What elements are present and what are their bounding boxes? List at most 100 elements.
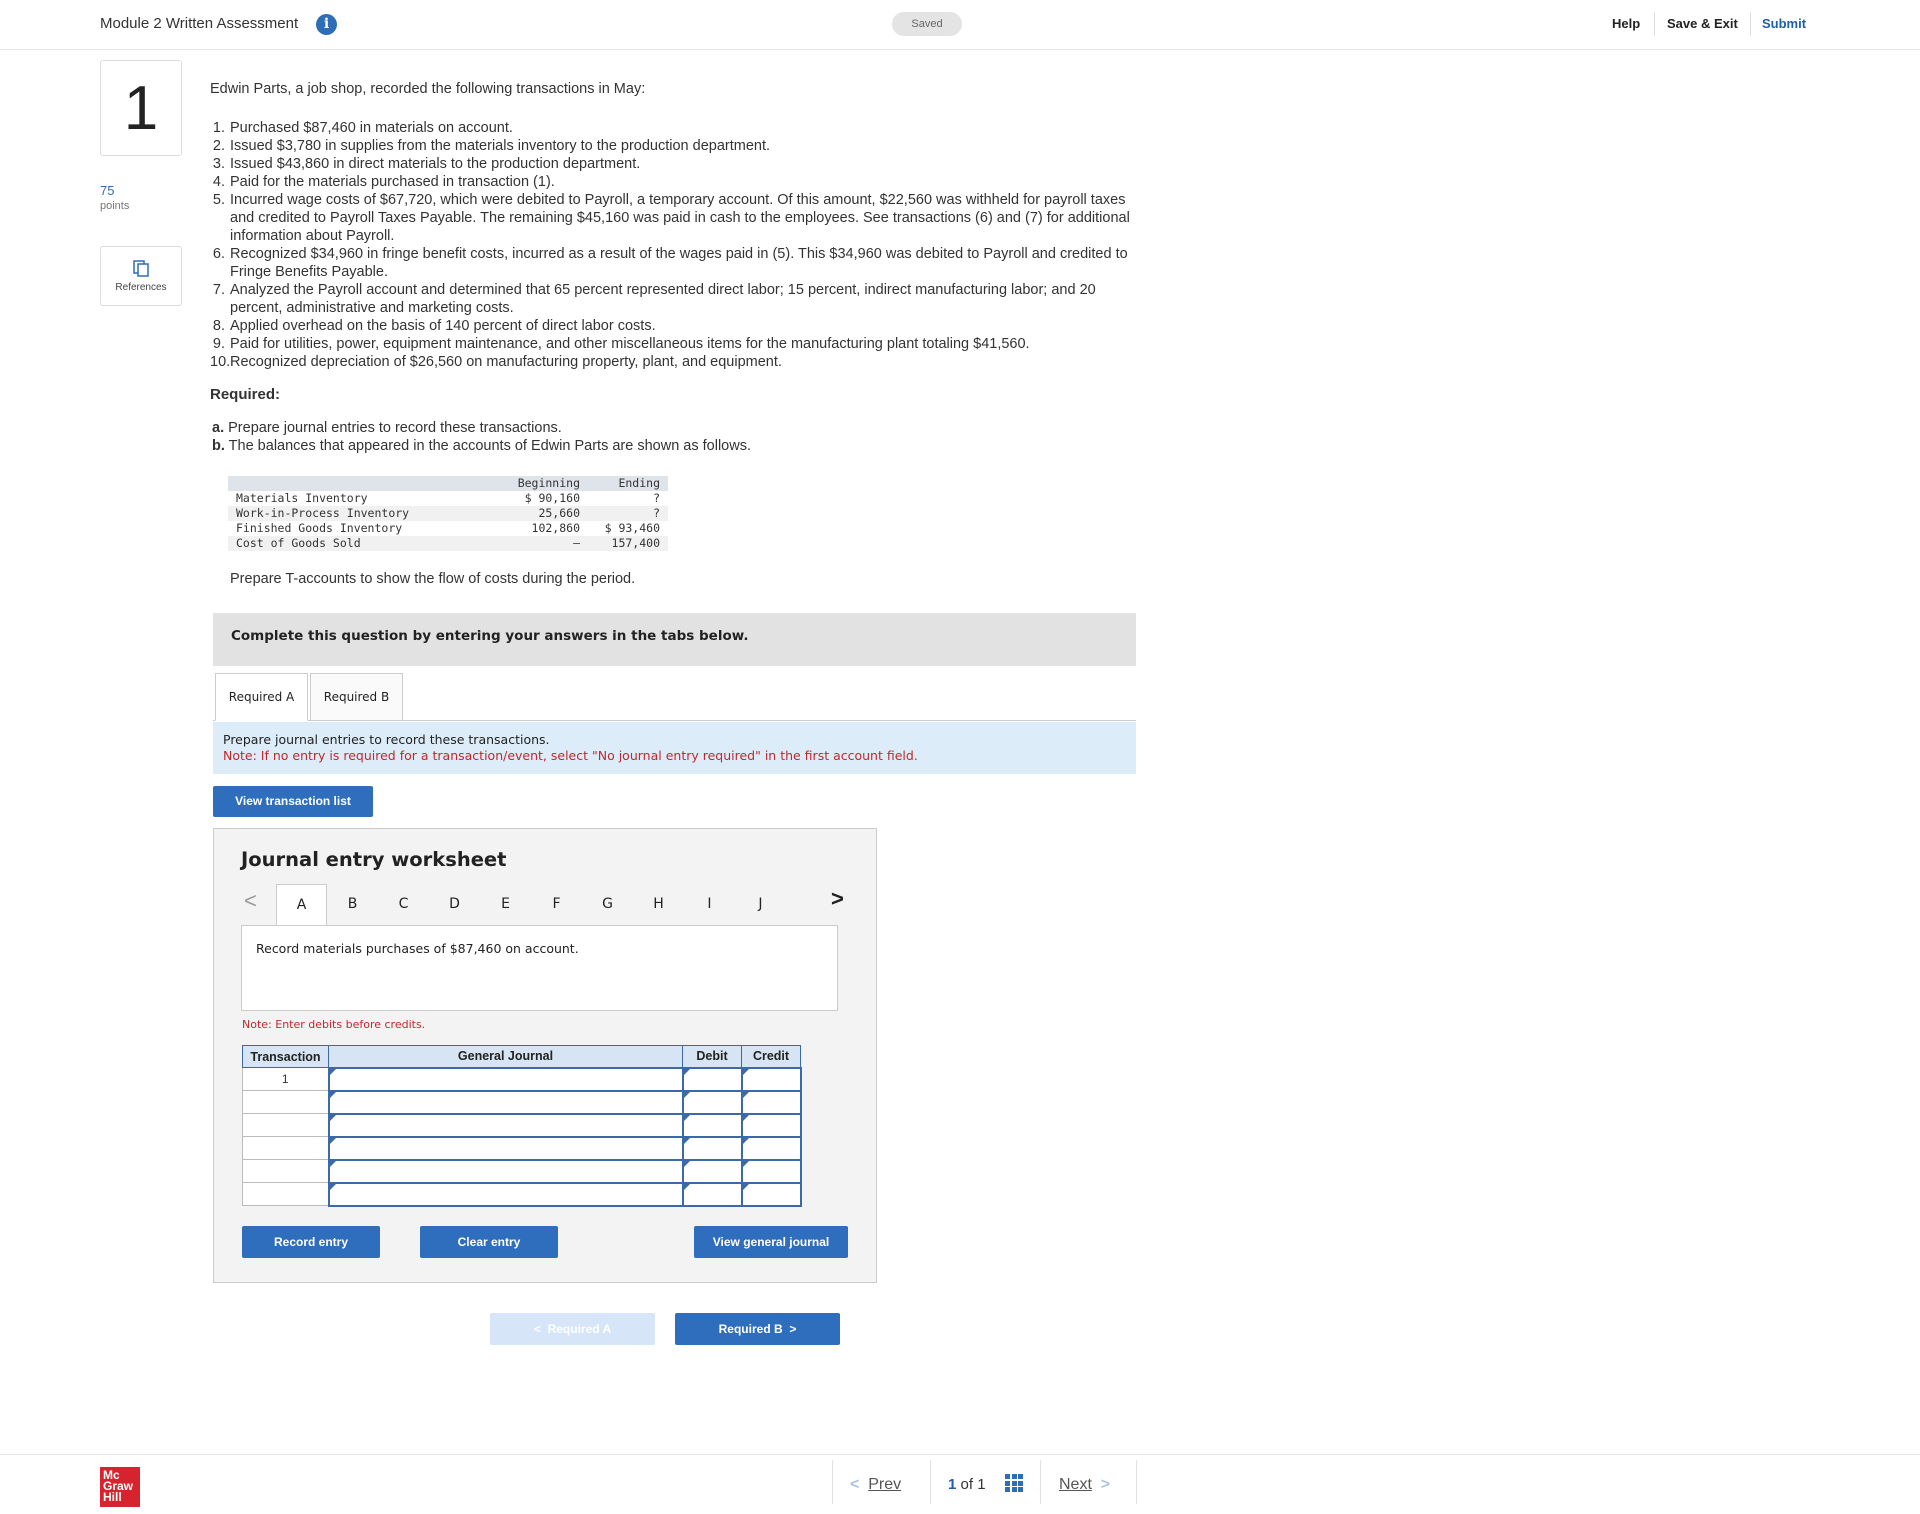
account-select[interactable] — [327, 1158, 684, 1184]
complete-question-banner: Complete this question by entering your … — [213, 613, 1136, 666]
credit-input[interactable] — [740, 1066, 802, 1092]
table-row: Work-in-Process Inventory 25,660? — [228, 506, 668, 521]
balances-table: Beginning Ending Materials Inventory $ 90… — [228, 476, 668, 551]
debit-input[interactable] — [681, 1089, 743, 1115]
entry-note: Note: Enter debits before credits. — [242, 1018, 426, 1031]
worksheet-tab-e[interactable]: E — [480, 884, 531, 926]
item-text: Paid for utilities, power, equipment mai… — [230, 336, 1030, 352]
transaction-list: 1. Purchased $87,460 in materials on acco… — [210, 119, 1150, 371]
page-indicator: 1 of 1 — [948, 1476, 986, 1493]
footer-divider — [1136, 1460, 1137, 1504]
credit-input[interactable] — [740, 1089, 802, 1115]
table-row — [242, 1158, 802, 1184]
item-number: 6. — [212, 246, 225, 262]
table-row: Finished Goods Inventory 102,860 $ 93,460 — [228, 521, 668, 536]
list-item: 3. Issued $43,860 in direct materials to … — [210, 155, 1150, 173]
chevron-left-icon: < — [850, 1476, 860, 1493]
requirement-letter: b. — [212, 438, 225, 454]
transaction-cell — [242, 1159, 329, 1183]
chevron-right-icon: > — [789, 1322, 797, 1336]
item-number: 1. — [212, 120, 225, 136]
item-text: Paid for the materials purchased in tran… — [230, 174, 555, 190]
clear-entry-button[interactable]: Clear entry — [420, 1226, 558, 1258]
item-text: Issued $3,780 in supplies from the mater… — [230, 138, 771, 154]
list-item: 7. Analyzed the Payroll account and deter… — [210, 281, 1150, 317]
worksheet-tab-a[interactable]: A — [276, 884, 327, 926]
debit-input[interactable] — [681, 1112, 743, 1138]
info-icon[interactable]: i — [316, 14, 337, 35]
banner-text: Complete this question by entering your … — [231, 628, 749, 644]
list-item: 6. Recognized $34,960 in fringe benefit c… — [210, 245, 1150, 281]
item-number: 4. — [212, 174, 225, 190]
footer-divider — [832, 1460, 833, 1504]
tab-required-b[interactable]: Required B — [310, 673, 403, 721]
logo-line: Hill — [103, 1490, 122, 1504]
table-header-row: Beginning Ending — [228, 476, 668, 491]
credit-input[interactable] — [740, 1112, 802, 1138]
instruction-note: Note: If no entry is required for a tran… — [223, 748, 918, 763]
save-exit-link[interactable]: Save & Exit — [1667, 16, 1738, 31]
prev-required-button[interactable]: < Required A — [490, 1313, 655, 1345]
account-select[interactable] — [327, 1112, 684, 1138]
page-of: of — [960, 1476, 974, 1493]
table-cell: ? — [588, 491, 668, 506]
journal-entry-grid: Transaction General Journal Debit Credit… — [242, 1045, 802, 1207]
next-required-label: Required B — [718, 1322, 783, 1336]
transaction-cell — [242, 1136, 329, 1160]
column-header: General Journal — [328, 1045, 683, 1068]
table-row: Materials Inventory $ 90,160? — [228, 491, 668, 506]
table-cell: Materials Inventory — [228, 491, 498, 506]
instructions-box: Prepare journal entries to record these … — [213, 722, 1136, 774]
debit-input[interactable] — [681, 1135, 743, 1161]
column-header: Beginning — [498, 476, 588, 491]
worksheet-tab-d[interactable]: D — [429, 884, 480, 926]
header-divider — [1654, 12, 1655, 36]
list-item: 9. Paid for utilities, power, equipment m… — [210, 335, 1150, 353]
table-cell: $ 93,460 — [588, 521, 668, 536]
requirement-a: a. Prepare journal entries to record the… — [212, 420, 562, 436]
chevron-left-icon[interactable]: < — [244, 888, 257, 914]
view-general-journal-button[interactable]: View general journal — [694, 1226, 848, 1258]
worksheet-tab-f[interactable]: F — [531, 884, 582, 926]
credit-input[interactable] — [740, 1181, 802, 1207]
references-button[interactable]: References — [100, 246, 182, 306]
help-link[interactable]: Help — [1612, 16, 1640, 31]
points-label: points — [100, 200, 130, 212]
debit-input[interactable] — [681, 1181, 743, 1207]
credit-input[interactable] — [740, 1135, 802, 1161]
tab-required-a[interactable]: Required A — [215, 673, 308, 721]
worksheet-tab-b[interactable]: B — [327, 884, 378, 926]
worksheet-tab-h[interactable]: H — [633, 884, 684, 926]
list-item: 2. Issued $3,780 in supplies from the mat… — [210, 137, 1150, 155]
chevron-right-icon[interactable]: > — [831, 886, 844, 912]
prev-question-link[interactable]: < Prev — [850, 1476, 901, 1494]
question-grid-icon[interactable] — [1005, 1474, 1023, 1492]
account-select[interactable] — [327, 1066, 684, 1092]
debit-input[interactable] — [681, 1066, 743, 1092]
requirement-text: The balances that appeared in the accoun… — [228, 438, 751, 454]
record-entry-button[interactable]: Record entry — [242, 1226, 380, 1258]
submit-link[interactable]: Submit — [1762, 16, 1806, 31]
table-row: Cost of Goods Sold –157,400 — [228, 536, 668, 551]
account-select[interactable] — [327, 1135, 684, 1161]
credit-input[interactable] — [740, 1158, 802, 1184]
page-current: 1 — [948, 1476, 957, 1493]
worksheet-tab-g[interactable]: G — [582, 884, 633, 926]
list-item: 10. Recognized depreciation of $26,560 on… — [210, 353, 1150, 371]
transaction-cell: 1 — [242, 1067, 329, 1091]
next-question-link[interactable]: Next > — [1059, 1476, 1110, 1494]
worksheet-tab-j[interactable]: J — [735, 884, 786, 926]
column-header — [228, 476, 498, 491]
list-item: 5. Incurred wage costs of $67,720, which … — [210, 191, 1150, 245]
next-required-button[interactable]: Required B > — [675, 1313, 840, 1345]
view-transaction-list-button[interactable]: View transaction list — [213, 786, 373, 817]
account-select[interactable] — [327, 1089, 684, 1115]
requirement-b: b. The balances that appeared in the acc… — [212, 438, 751, 454]
item-number: 7. — [212, 282, 225, 298]
list-item: 8. Applied overhead on the basis of 140 p… — [210, 317, 1150, 335]
debit-input[interactable] — [681, 1158, 743, 1184]
instruction-text: Prepare journal entries to record these … — [223, 732, 550, 747]
account-select[interactable] — [327, 1181, 684, 1207]
worksheet-tab-i[interactable]: I — [684, 884, 735, 926]
worksheet-tab-c[interactable]: C — [378, 884, 429, 926]
